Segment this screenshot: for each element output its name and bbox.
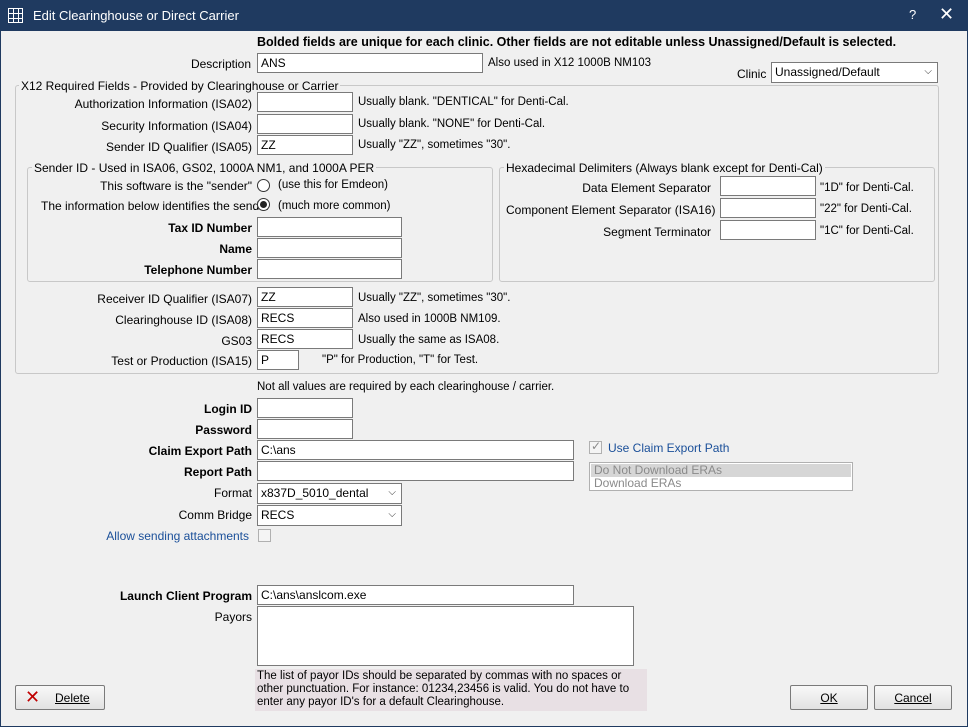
password-input[interactable] [257,419,353,439]
comp-sep-hint: "22" for Denti-Cal. [820,203,912,215]
password-label: Password [195,423,252,437]
comm-bridge-select-value: RECS [261,508,295,522]
gs03-hint: Usually the same as ISA08. [358,334,500,346]
report-path-label: Report Path [183,465,252,479]
clinic-select[interactable]: Unassigned/Default ⌵ [771,62,938,83]
launch-client-input[interactable]: C:\ans\anslcom.exe [257,585,574,605]
isa02-input[interactable] [257,92,353,112]
delete-button[interactable]: ✕ Delete [15,685,105,710]
sender-info-radio[interactable] [257,198,270,211]
tax-id-input[interactable] [257,217,402,237]
chevron-down-icon: ⌵ [388,509,396,520]
delete-x-icon: ✕ [25,687,41,707]
help-button[interactable]: ? [909,7,916,22]
dialog-window: Edit Clearinghouse or Direct Carrier ? ✕… [0,0,968,727]
allow-attachments-checkbox[interactable] [258,529,271,542]
isa08-input[interactable]: RECS [257,308,353,328]
format-label: Format [213,486,252,500]
x12-group-title: X12 Required Fields - Provided by Cleari… [19,79,341,93]
not-all-required-note: Not all values are required by each clea… [257,381,555,393]
data-sep-hint: "1D" for Denti-Cal. [820,182,914,194]
app-grid-icon [8,8,23,23]
isa07-label: Receiver ID Qualifier (ISA07) [97,292,252,306]
window-title: Edit Clearinghouse or Direct Carrier [33,8,239,23]
era-listbox[interactable]: Do Not Download ERAs Download ERAs [589,462,853,491]
use-claim-export-path-label: Use Claim Export Path [608,441,730,455]
cancel-button-label: Cancel [894,691,932,705]
description-hint: Also used in X12 1000B NM103 [488,57,652,69]
sender-software-hint: (use this for Emdeon) [278,179,388,191]
format-select[interactable]: x837D_5010_dental ⌵ [257,483,402,504]
gs03-label: GS03 [221,334,252,348]
isa15-label: Test or Production (ISA15) [111,354,252,368]
sender-info-label: The information below identifies the sen… [41,199,270,213]
isa07-hint: Usually "ZZ", sometimes "30". [358,292,511,304]
comp-sep-label: Component Element Separator (ISA16) [506,203,716,217]
chevron-down-icon: ⌵ [388,487,396,498]
sender-software-label: This software is the "sender" [100,179,252,193]
payors-textarea[interactable] [257,606,634,666]
isa15-hint: "P" for Production, "T" for Test. [322,354,479,366]
login-id-label: Login ID [204,402,252,416]
isa05-label: Sender ID Qualifier (ISA05) [105,140,252,154]
clinic-select-value: Unassigned/Default [775,65,880,79]
isa05-hint: Usually "ZZ", sometimes "30". [358,139,511,151]
isa08-hint: Also used in 1000B NM109. [358,313,501,325]
report-path-input[interactable] [257,461,574,481]
delete-button-label: Delete [55,691,90,705]
tax-id-label: Tax ID Number [168,221,252,235]
isa02-label: Authorization Information (ISA02) [74,97,252,111]
telephone-input[interactable] [257,259,402,279]
seg-term-input[interactable] [720,220,816,240]
isa02-hint: Usually blank. "DENTICAL" for Denti-Cal. [358,96,569,108]
payors-note: The list of payor IDs should be separate… [255,669,647,711]
name-input[interactable] [257,238,402,258]
use-claim-export-path-checkbox[interactable]: ✓ [589,439,602,454]
description-label: Description [190,57,251,71]
hex-delimiters-group-title: Hexadecimal Delimiters (Always blank exc… [504,161,825,175]
gs03-input[interactable]: RECS [257,329,353,349]
sender-software-radio[interactable] [257,179,270,192]
launch-client-label: Launch Client Program [119,589,252,603]
data-sep-input[interactable] [720,176,816,196]
name-label: Name [219,242,252,256]
clinic-label: Clinic [737,67,767,81]
isa04-input[interactable] [257,114,353,134]
isa04-label: Security Information (ISA04) [101,119,252,133]
isa07-input[interactable]: ZZ [257,287,353,307]
payors-label: Payors [214,610,252,624]
description-input[interactable]: ANS [257,53,483,73]
isa05-input[interactable]: ZZ [257,135,353,155]
sender-info-hint: (much more common) [278,200,391,212]
data-sep-label: Data Element Separator [582,181,711,195]
top-notice: Bolded fields are unique for each clinic… [257,35,897,49]
isa15-input[interactable]: P [257,350,299,370]
isa04-hint: Usually blank. "NONE" for Denti-Cal. [358,118,546,130]
sender-id-group-title: Sender ID - Used in ISA06, GS02, 1000A N… [32,161,377,175]
allow-attachments-label: Allow sending attachments [106,529,249,543]
telephone-label: Telephone Number [144,263,252,277]
cancel-button[interactable]: Cancel [874,685,952,710]
seg-term-label: Segment Terminator [603,225,711,239]
comm-bridge-select[interactable]: RECS ⌵ [257,505,402,526]
title-bar: Edit Clearinghouse or Direct Carrier ? ✕ [1,1,967,31]
checkmark-icon: ✓ [591,439,602,453]
seg-term-hint: "1C" for Denti-Cal. [820,225,914,237]
format-select-value: x837D_5010_dental [261,486,369,500]
isa08-label: Clearinghouse ID (ISA08) [115,313,252,327]
ok-button[interactable]: OK [790,685,868,710]
chevron-down-icon: ⌵ [924,66,932,77]
comp-sep-input[interactable] [720,198,816,218]
comm-bridge-label: Comm Bridge [178,508,252,522]
login-id-input[interactable] [257,398,353,418]
claim-export-path-input[interactable]: C:\ans [257,440,574,460]
era-option[interactable]: Download ERAs [591,477,851,490]
claim-export-path-label: Claim Export Path [148,444,252,458]
ok-button-label: OK [820,691,838,705]
close-button[interactable]: ✕ [939,4,954,25]
